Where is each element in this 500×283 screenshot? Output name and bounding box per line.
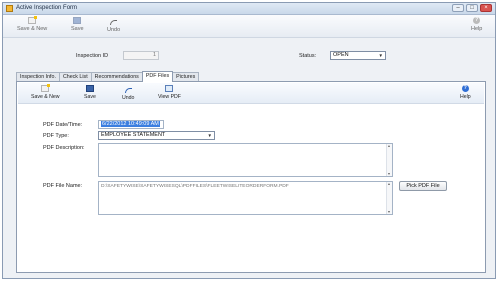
help-button[interactable]: ? Help <box>471 17 482 32</box>
status-value: OPEN <box>333 52 349 58</box>
help-label: Help <box>471 26 483 32</box>
floppy-disk-icon <box>73 17 82 24</box>
pdf-save-new-button[interactable]: Save & New <box>31 84 60 100</box>
chevron-down-icon: ▼ <box>207 133 212 138</box>
pdf-date-field[interactable]: 6/22/2012 10:49:09 AM <box>98 120 164 129</box>
description-scrollbar[interactable]: ▲ ▼ <box>386 144 392 176</box>
scroll-up-icon[interactable]: ▲ <box>387 144 391 148</box>
pdf-toolbar: Save & New Save Undo View PDF ? Help <box>18 83 484 104</box>
view-pdf-button[interactable]: View PDF <box>158 85 181 100</box>
tab-pdf-files[interactable]: PDF Files <box>141 71 174 82</box>
main-toolbar: Save & New Save Undo ? Help <box>3 15 495 38</box>
help-icon: ? <box>473 17 481 24</box>
inspection-id-field[interactable]: 1 <box>123 51 159 60</box>
pdf-type-label: PDF Type: <box>43 133 69 139</box>
undo-label: Undo <box>107 27 121 33</box>
pdf-description-textarea[interactable]: ▲ ▼ <box>98 143 393 177</box>
new-document-icon <box>28 16 38 24</box>
scroll-down-icon[interactable]: ▼ <box>387 172 391 176</box>
pdf-undo-label: Undo <box>122 95 135 101</box>
pdf-type-value: EMPLOYEE STATEMENT <box>101 132 166 138</box>
pdf-filename-label: PDF File Name: <box>43 183 83 189</box>
pdf-date-value: 6/22/2012 10:49:09 AM <box>101 121 160 127</box>
undo-arrow-icon <box>110 20 118 25</box>
tab-strip: Inspection Info. Check List Recommendati… <box>16 71 200 82</box>
title-bar: Active Inspection Form – □ × <box>3 3 495 15</box>
view-pdf-icon <box>165 85 174 92</box>
floppy-disk-icon <box>85 85 94 92</box>
undo-arrow-icon <box>124 88 132 93</box>
scroll-down-icon[interactable]: ▼ <box>387 210 391 214</box>
pdf-filename-value: D:\SAFETYWISE\SAFETYWISESQL\PDFFILES\FLE… <box>101 184 289 189</box>
pdf-type-select[interactable]: EMPLOYEE STATEMENT ▼ <box>98 131 215 140</box>
pdf-help-button[interactable]: ? Help <box>460 85 471 100</box>
window-title: Active Inspection Form <box>16 5 78 11</box>
pdf-files-panel: Save & New Save Undo View PDF ? Help PDF… <box>16 81 486 273</box>
save-new-button[interactable]: Save & New <box>17 16 48 32</box>
status-select[interactable]: OPEN ▼ <box>330 51 386 60</box>
help-icon: ? <box>461 85 469 92</box>
pdf-save-button[interactable]: Save <box>84 85 96 100</box>
pdf-save-new-label: Save & New <box>31 94 60 100</box>
inspection-form-window: Active Inspection Form – □ × Save & New … <box>2 2 496 279</box>
save-label: Save <box>71 26 84 32</box>
pick-pdf-file-button[interactable]: Pick PDF File <box>399 181 447 191</box>
app-icon <box>6 5 13 12</box>
scroll-up-icon[interactable]: ▲ <box>387 182 391 186</box>
pdf-description-label: PDF Description: <box>43 145 85 151</box>
pdf-filename-field[interactable]: D:\SAFETYWISE\SAFETYWISESQL\PDFFILES\FLE… <box>98 181 393 215</box>
view-pdf-label: View PDF <box>158 94 181 100</box>
pdf-undo-button[interactable]: Undo <box>122 85 134 101</box>
minimize-button[interactable]: – <box>452 4 464 12</box>
inspection-id-label: Inspection ID <box>76 53 109 59</box>
pdf-help-label: Help <box>460 94 471 100</box>
new-document-icon <box>41 84 51 92</box>
pdf-date-label: PDF Date/Time: <box>43 122 83 128</box>
close-button[interactable]: × <box>480 4 492 12</box>
save-button[interactable]: Save <box>71 17 84 32</box>
chevron-down-icon: ▼ <box>378 53 383 58</box>
filename-scrollbar[interactable]: ▲ ▼ <box>386 182 392 214</box>
pdf-save-label: Save <box>84 94 96 100</box>
status-label: Status: <box>299 53 317 59</box>
save-new-label: Save & New <box>17 26 48 32</box>
maximize-button[interactable]: □ <box>466 4 478 12</box>
undo-button[interactable]: Undo <box>107 17 120 33</box>
